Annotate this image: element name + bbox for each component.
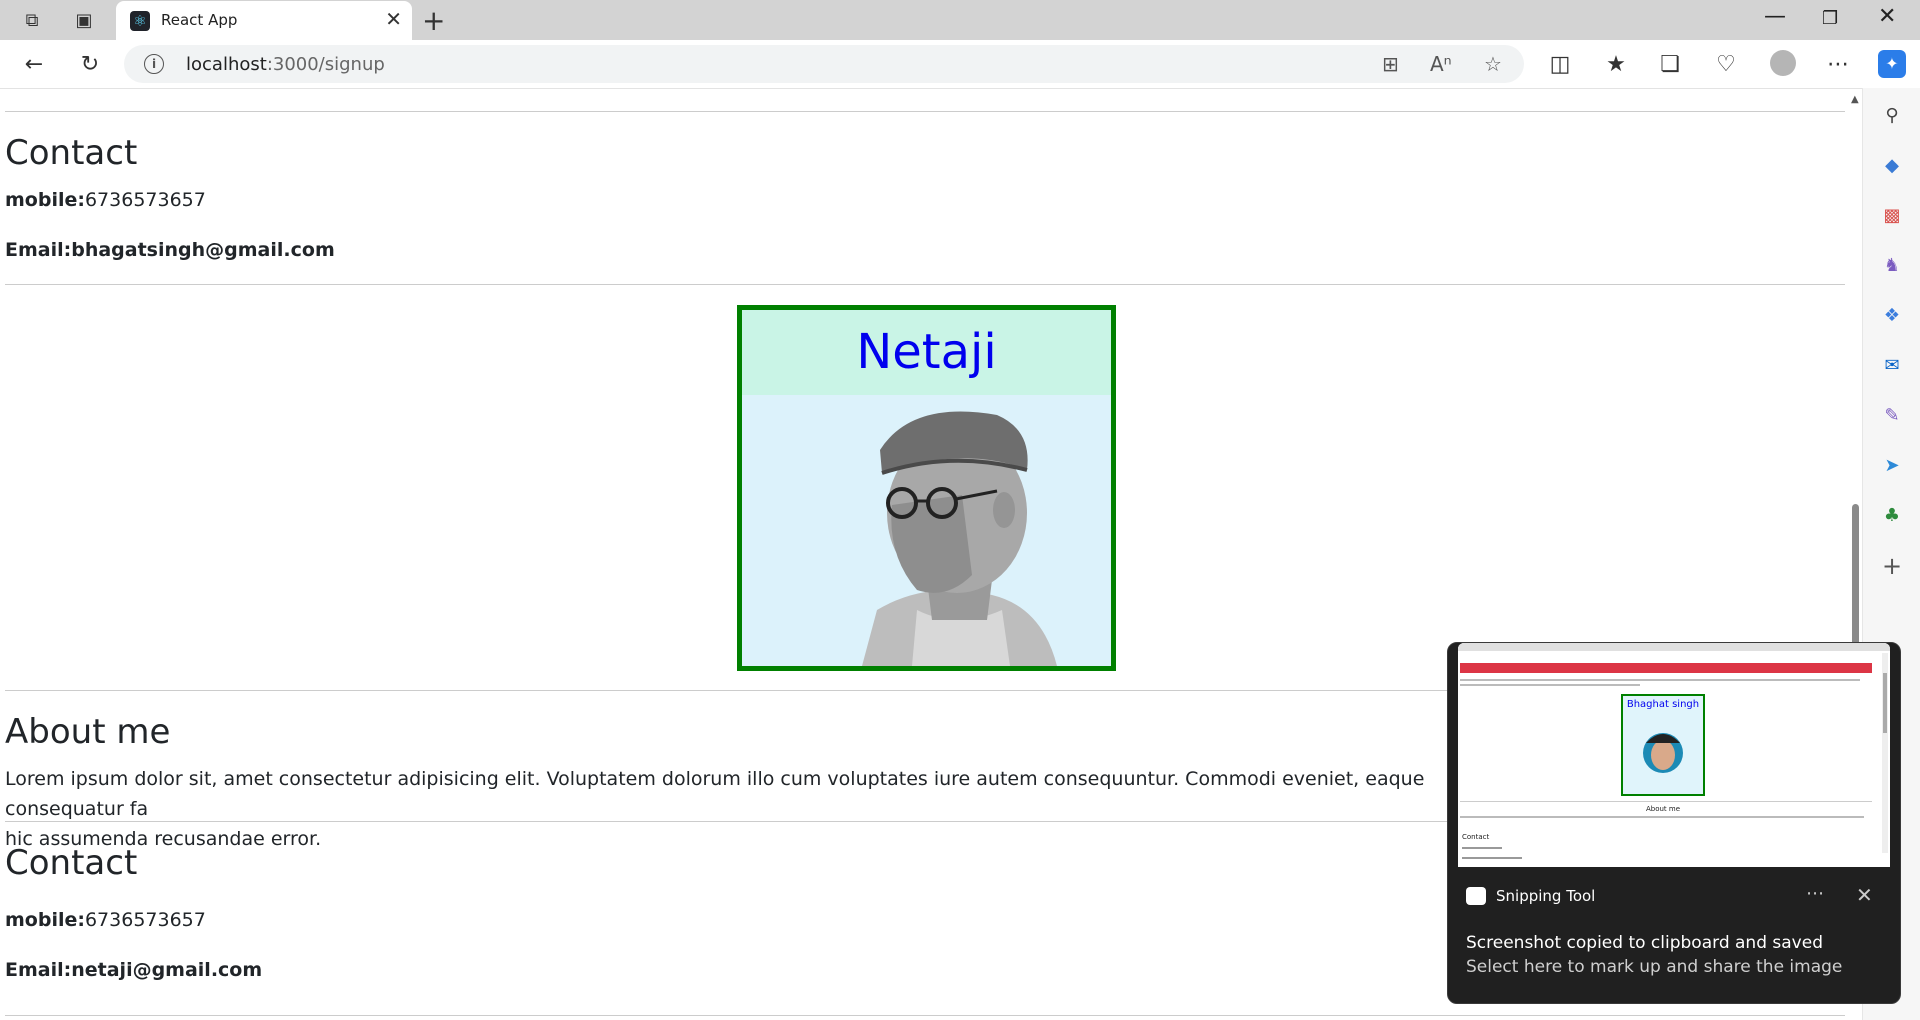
notification-close-icon[interactable]: ✕ (1856, 883, 1873, 907)
profile-card: Netaji (737, 305, 1116, 671)
preview-card-title: Bhaghat singh (1627, 699, 1699, 710)
close-window-icon[interactable]: ✕ (1878, 4, 1896, 29)
notification-submessage: Select here to mark up and share the ima… (1466, 957, 1843, 977)
back-icon[interactable]: ← (20, 50, 48, 78)
preview-contact: Contact (1462, 833, 1489, 841)
add-sidebar-icon[interactable]: + (1880, 554, 1904, 578)
more-menu-icon[interactable]: ⋯ (1824, 50, 1852, 78)
screenshot-preview[interactable]: Bhaghat singh About me Contact (1458, 643, 1890, 867)
mobile-line: mobile:6736573657 (5, 189, 206, 211)
outlook-icon[interactable]: ✉ (1880, 354, 1904, 378)
tab-actions-icon[interactable]: ▣ (72, 8, 96, 32)
tools-icon[interactable]: ▩ (1880, 204, 1904, 228)
address-bar[interactable]: i localhost:3000/signup ⊞ Aⁿ ☆ (124, 45, 1524, 83)
contact-heading: Contact (5, 843, 138, 883)
tab-react-app[interactable]: ⚛ React App ✕ (116, 1, 412, 40)
react-favicon-icon: ⚛ (130, 11, 150, 31)
notification-more-icon[interactable]: ⋯ (1806, 883, 1824, 904)
tab-strip: ⧉ ▣ ⚛ React App ✕ + — ❐ ✕ (0, 0, 1920, 40)
favorite-star-icon[interactable]: ☆ (1484, 52, 1502, 76)
about-text: Lorem ipsum dolor sit, amet consectetur … (5, 768, 1425, 850)
portrait-image (742, 395, 1111, 666)
close-tab-icon[interactable]: ✕ (385, 7, 402, 31)
games-icon[interactable]: ♞ (1880, 254, 1904, 278)
divider (5, 1015, 1845, 1016)
email-line: Email:bhagatsingh@gmail.com (5, 239, 335, 261)
favorites-icon[interactable]: ★ (1602, 50, 1630, 78)
workspaces-icon[interactable]: ⧉ (20, 8, 44, 32)
split-screen-icon[interactable]: ◫ (1546, 50, 1574, 78)
divider (5, 284, 1845, 285)
read-aloud-icon[interactable]: Aⁿ (1430, 52, 1452, 76)
collections-icon[interactable]: ❏ (1656, 50, 1684, 78)
profile-avatar[interactable] (1770, 50, 1796, 76)
refresh-icon[interactable]: ↻ (76, 50, 104, 78)
preview-image: Bhaghat singh About me Contact (1458, 643, 1890, 867)
minimize-icon[interactable]: — (1764, 4, 1786, 29)
url-text[interactable]: localhost:3000/signup (186, 54, 385, 75)
card-title: Netaji (742, 310, 1111, 395)
restore-icon[interactable]: ❐ (1822, 8, 1838, 29)
snipping-tool-notification[interactable]: Bhaghat singh About me Contact Snipping … (1447, 642, 1901, 1004)
tree-icon[interactable]: ♣ (1880, 504, 1904, 528)
browser-essentials-icon[interactable]: ♡ (1712, 50, 1740, 78)
copilot-icon[interactable]: ✦ (1878, 50, 1906, 78)
designer-icon[interactable]: ✎ (1880, 404, 1904, 428)
notification-app-name: Snipping Tool (1496, 887, 1596, 905)
snipping-tool-icon (1466, 887, 1486, 905)
contact-heading: Contact (5, 133, 138, 173)
email-line: Email:netaji@gmail.com (5, 959, 263, 981)
send-icon[interactable]: ➤ (1880, 454, 1904, 478)
app-available-icon[interactable]: ⊞ (1382, 52, 1399, 76)
divider (5, 111, 1845, 112)
site-info-icon[interactable]: i (144, 54, 164, 74)
scroll-up-icon[interactable]: ▲ (1851, 94, 1859, 105)
microsoft365-icon[interactable]: ❖ (1880, 304, 1904, 328)
shopping-tag-icon[interactable]: ◆ (1880, 154, 1904, 178)
tab-title: React App (161, 11, 238, 29)
search-icon[interactable]: ⚲ (1880, 104, 1904, 128)
preview-about: About me (1646, 805, 1680, 813)
new-tab-icon[interactable]: + (422, 4, 445, 37)
about-heading: About me (5, 712, 171, 752)
mobile-line: mobile:6736573657 (5, 909, 206, 931)
toolbar: ← ↻ i localhost:3000/signup ⊞ Aⁿ ☆ ◫ ★ ❏… (0, 40, 1920, 89)
notification-message: Screenshot copied to clipboard and saved (1466, 933, 1823, 953)
